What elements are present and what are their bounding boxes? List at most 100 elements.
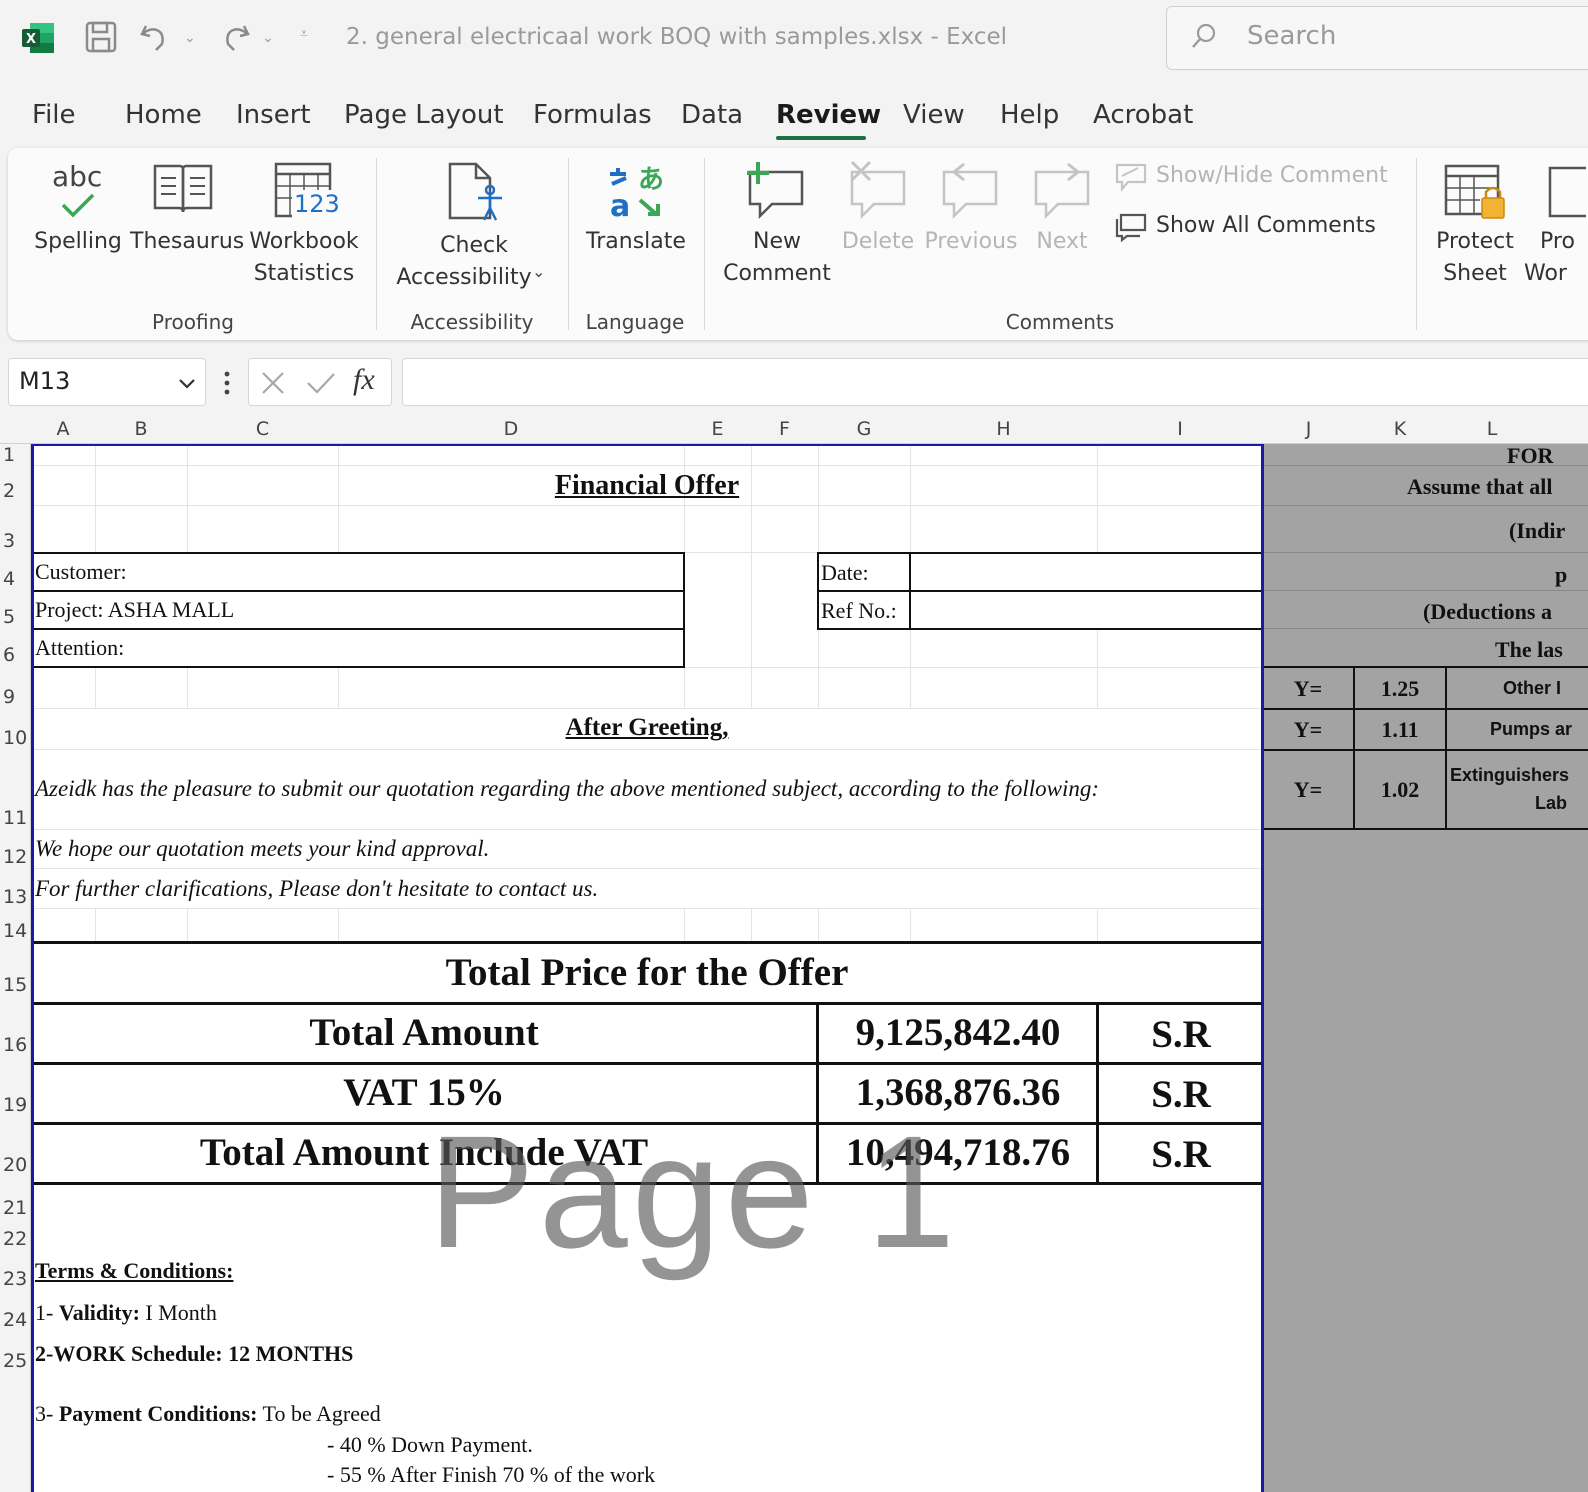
off-page-area[interactable]: FOR Assume that all (Indir p (Deductions… <box>1263 444 1588 1492</box>
row-header[interactable]: 6 <box>0 644 30 666</box>
column-header[interactable]: B <box>95 418 187 440</box>
formula-input[interactable] <box>402 358 1588 406</box>
payment-line-2: - 55 % After Finish 70 % of the work <box>327 1462 656 1487</box>
terms-title: Terms & Conditions: <box>35 1258 234 1283</box>
column-header[interactable]: A <box>31 418 95 440</box>
undo-dropdown-icon[interactable]: ⌄ <box>184 30 196 46</box>
ribbon-separator <box>1416 158 1417 330</box>
tab-insert[interactable]: Insert <box>236 100 311 130</box>
border <box>817 552 1263 554</box>
payment-term: 3- Payment Conditions: To be Agreed <box>35 1401 381 1427</box>
check-accessibility-button[interactable]: Check Accessibility ⌄ <box>394 158 554 298</box>
column-header[interactable]: H <box>910 418 1097 440</box>
row-header[interactable]: 21 <box>0 1197 30 1219</box>
save-icon[interactable] <box>84 20 118 54</box>
translate-button[interactable]: aあ Translate <box>584 158 688 268</box>
show-all-comments-button[interactable]: Show All Comments <box>1114 210 1404 246</box>
tab-file[interactable]: File <box>32 100 76 130</box>
border <box>817 552 819 630</box>
protect-workbook-button[interactable]: Pro Wor <box>1524 158 1588 298</box>
workbook-statistics-button[interactable]: 123 Workbook Statistics <box>246 158 362 298</box>
column-header[interactable]: E <box>684 418 751 440</box>
new-comment-button[interactable]: New Comment <box>718 158 836 298</box>
undo-icon[interactable] <box>138 20 174 54</box>
customize-toolbar-icon[interactable]: ⩡ <box>300 26 308 42</box>
column-header[interactable]: C <box>187 418 338 440</box>
row-header[interactable]: 24 <box>0 1309 30 1331</box>
enter-icon[interactable] <box>305 369 337 397</box>
cancel-icon[interactable] <box>259 369 287 397</box>
customer-label: Customer: <box>35 559 127 584</box>
row-header[interactable]: 15 <box>0 974 30 996</box>
row-header[interactable]: 22 <box>0 1228 30 1250</box>
thesaurus-button[interactable]: Thesaurus <box>130 158 244 268</box>
row-header[interactable]: 20 <box>0 1154 30 1176</box>
y-value: 1.02 <box>1380 777 1420 802</box>
more-options-icon[interactable] <box>222 368 232 398</box>
column-header[interactable]: G <box>818 418 910 440</box>
new-comment-label-2: Comment <box>723 261 831 286</box>
tab-acrobat[interactable]: Acrobat <box>1093 100 1193 130</box>
column-header[interactable]: L <box>1446 418 1538 440</box>
sheet-grid[interactable]: Financial Offer Customer: Project: ASHA … <box>31 444 1263 1492</box>
tab-page-layout[interactable]: Page Layout <box>344 100 504 130</box>
row-header[interactable]: 3 <box>0 530 30 552</box>
group-label-language: Language <box>585 310 685 334</box>
total-incl-vat-currency: S.R <box>1151 1133 1211 1176</box>
column-header[interactable]: F <box>751 418 818 440</box>
payment-value: To be Agreed <box>257 1401 381 1426</box>
show-all-comments-label: Show All Comments <box>1156 213 1376 238</box>
spelling-button[interactable]: abc Spelling <box>30 158 126 268</box>
excel-logo-icon: X <box>20 20 56 56</box>
row-header[interactable]: 10 <box>0 727 30 749</box>
row-header[interactable]: 23 <box>0 1268 30 1290</box>
row-header[interactable]: 19 <box>0 1094 30 1116</box>
group-label-comments: Comments <box>1005 310 1115 334</box>
column-header[interactable]: D <box>338 418 684 440</box>
tab-data[interactable]: Data <box>681 100 743 130</box>
row-header[interactable]: 9 <box>0 686 30 708</box>
column-headers: A B C D E F G H I J K L <box>0 414 1588 444</box>
border <box>1445 666 1447 830</box>
row-header[interactable]: 12 <box>0 846 30 868</box>
row-header[interactable]: 11 <box>0 807 30 829</box>
row-header[interactable]: 14 <box>0 920 30 942</box>
side-text-5: (Deductions a <box>1423 599 1552 624</box>
show-all-comments-icon <box>1115 213 1147 242</box>
row-header[interactable]: 16 <box>0 1034 30 1056</box>
column-header[interactable]: K <box>1354 418 1446 440</box>
row-header[interactable]: 4 <box>0 568 30 590</box>
workbook-statistics-icon: 123 <box>274 160 342 222</box>
row-header[interactable]: 1 <box>0 444 30 466</box>
column-header[interactable]: I <box>1097 418 1263 440</box>
attention-label: Attention: <box>35 635 125 660</box>
row-header[interactable]: 5 <box>0 606 30 628</box>
svg-text:a: a <box>610 189 630 222</box>
y-label: Y= <box>1293 676 1323 701</box>
redo-dropdown-icon[interactable]: ⌄ <box>262 30 274 46</box>
search-box[interactable]: Search <box>1166 6 1588 70</box>
payment-line-1: - 40 % Down Payment. <box>327 1432 533 1457</box>
row-header[interactable]: 2 <box>0 480 30 502</box>
tab-help[interactable]: Help <box>1000 100 1059 130</box>
tab-view[interactable]: View <box>903 100 965 130</box>
redo-icon[interactable] <box>216 20 252 54</box>
tab-formulas[interactable]: Formulas <box>533 100 652 130</box>
tab-review[interactable]: Review <box>776 100 881 130</box>
validity-term: 1- Validity: I Month <box>35 1300 217 1326</box>
y-description: Pumps ar <box>1490 719 1573 739</box>
insert-function-icon[interactable]: fx <box>353 363 375 397</box>
row-header[interactable]: 25 <box>0 1350 30 1372</box>
protect-sheet-button[interactable]: Protect Sheet <box>1428 158 1522 298</box>
row-header[interactable]: 13 <box>0 886 30 908</box>
gridline <box>95 667 96 708</box>
tab-home[interactable]: Home <box>125 100 202 130</box>
name-box[interactable]: M13 <box>8 358 206 406</box>
y-label: Y= <box>1293 777 1323 802</box>
name-box-value: M13 <box>19 367 71 395</box>
protect-workbook-icon <box>1548 166 1586 218</box>
chevron-down-icon[interactable] <box>177 377 197 391</box>
thesaurus-book-icon <box>153 164 213 213</box>
column-header[interactable]: J <box>1263 418 1354 440</box>
further-text: For further clarifications, Please don't… <box>35 876 599 901</box>
